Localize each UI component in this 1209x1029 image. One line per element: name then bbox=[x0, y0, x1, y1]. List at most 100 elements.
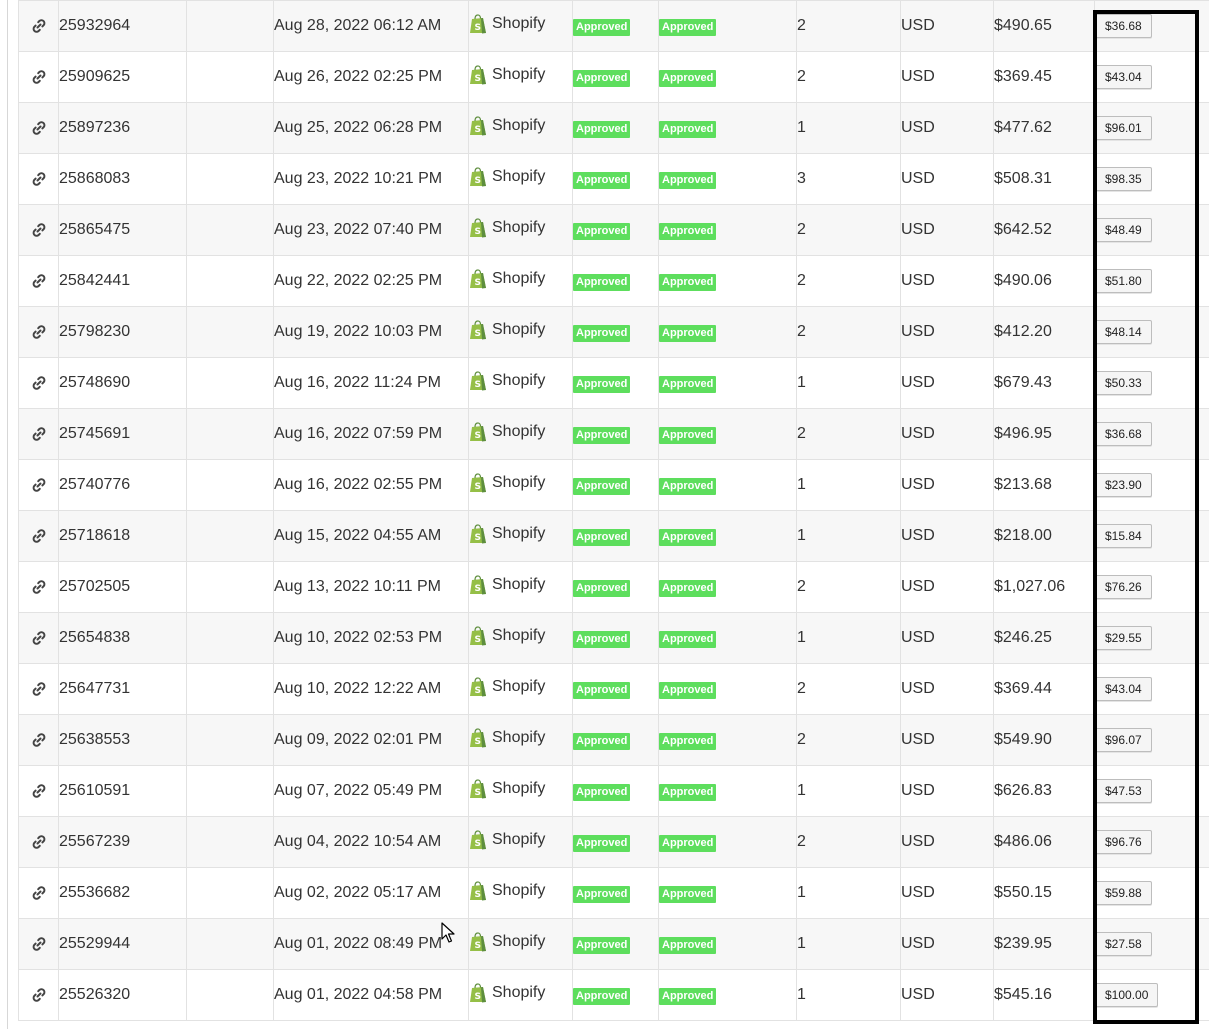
link-cell[interactable] bbox=[18, 204, 59, 256]
status-badge: Approved bbox=[573, 69, 631, 87]
table-row: 25718618 Aug 15, 2022 04:55 AM S Shopify… bbox=[18, 510, 1209, 562]
link-cell[interactable] bbox=[18, 153, 59, 205]
link-icon[interactable] bbox=[30, 680, 48, 698]
link-icon[interactable] bbox=[30, 782, 48, 800]
link-cell[interactable] bbox=[18, 867, 59, 919]
order-id: 25740776 bbox=[58, 459, 187, 511]
commission-button[interactable]: $29.55 bbox=[1095, 626, 1152, 650]
status-badge: Approved bbox=[573, 834, 631, 852]
commission-cell: $48.49 bbox=[1094, 204, 1209, 256]
shopify-bag-icon: S bbox=[470, 676, 486, 696]
link-cell[interactable] bbox=[18, 459, 59, 511]
platform-cell: S Shopify bbox=[468, 102, 573, 154]
commission-button[interactable]: $36.68 bbox=[1095, 422, 1152, 446]
status-badge: Approved bbox=[573, 579, 631, 597]
commission-button[interactable]: $43.04 bbox=[1095, 677, 1152, 701]
commission-button[interactable]: $51.80 bbox=[1095, 269, 1152, 293]
item-quantity: 1 bbox=[796, 612, 901, 664]
link-icon[interactable] bbox=[30, 272, 48, 290]
link-icon[interactable] bbox=[30, 731, 48, 749]
currency: USD bbox=[900, 408, 994, 460]
shopify-bag-icon: S bbox=[470, 829, 486, 849]
link-cell[interactable] bbox=[18, 816, 59, 868]
commission-cell: $36.68 bbox=[1094, 0, 1209, 52]
commission-button[interactable]: $48.49 bbox=[1095, 218, 1152, 242]
link-cell[interactable] bbox=[18, 612, 59, 664]
link-cell[interactable] bbox=[18, 102, 59, 154]
commission-button[interactable]: $100.00 bbox=[1095, 983, 1159, 1007]
link-icon[interactable] bbox=[30, 221, 48, 239]
commission-button[interactable]: $76.26 bbox=[1095, 575, 1152, 599]
shopify-bag-icon: S bbox=[470, 472, 486, 492]
shopify-bag-icon: S bbox=[470, 982, 486, 1002]
link-cell[interactable] bbox=[18, 306, 59, 358]
link-icon[interactable] bbox=[30, 170, 48, 188]
platform-cell: S Shopify bbox=[468, 765, 573, 817]
link-cell[interactable] bbox=[18, 918, 59, 970]
link-cell[interactable] bbox=[18, 408, 59, 460]
table-row: 25567239 Aug 04, 2022 10:54 AM S Shopify… bbox=[18, 816, 1209, 868]
empty-cell bbox=[186, 867, 274, 919]
status-badge: Approved bbox=[659, 69, 717, 87]
svg-text:S: S bbox=[475, 635, 481, 645]
status-badge: Approved bbox=[659, 426, 717, 444]
commission-button[interactable]: $27.58 bbox=[1095, 932, 1152, 956]
link-icon[interactable] bbox=[30, 323, 48, 341]
commission-button[interactable]: $96.07 bbox=[1095, 728, 1152, 752]
commission-button[interactable]: $23.90 bbox=[1095, 473, 1152, 497]
shopify-bag-icon: S bbox=[470, 523, 486, 543]
link-cell[interactable] bbox=[18, 357, 59, 409]
link-icon[interactable] bbox=[30, 833, 48, 851]
status-badge: Approved bbox=[659, 120, 717, 138]
link-icon[interactable] bbox=[30, 374, 48, 392]
link-icon[interactable] bbox=[30, 527, 48, 545]
commission-button[interactable]: $96.01 bbox=[1095, 116, 1152, 140]
order-id: 25745691 bbox=[58, 408, 187, 460]
link-icon[interactable] bbox=[30, 884, 48, 902]
status-badge: Approved bbox=[659, 987, 717, 1005]
platform-cell: S Shopify bbox=[468, 255, 573, 307]
link-icon[interactable] bbox=[30, 425, 48, 443]
commission-button[interactable]: $36.68 bbox=[1095, 14, 1152, 38]
link-cell[interactable] bbox=[18, 663, 59, 715]
status-badge: Approved bbox=[573, 171, 631, 189]
link-icon[interactable] bbox=[30, 68, 48, 86]
table-row: 25868083 Aug 23, 2022 10:21 PM S Shopify… bbox=[18, 153, 1209, 205]
commission-button[interactable]: $48.14 bbox=[1095, 320, 1152, 344]
order-total: $508.31 bbox=[993, 153, 1095, 205]
commission-button[interactable]: $15.84 bbox=[1095, 524, 1152, 548]
commission-button[interactable]: $96.76 bbox=[1095, 830, 1152, 854]
link-icon[interactable] bbox=[30, 578, 48, 596]
empty-cell bbox=[186, 408, 274, 460]
table-row: 25647731 Aug 10, 2022 12:22 AM S Shopify… bbox=[18, 663, 1209, 715]
link-cell[interactable] bbox=[18, 51, 59, 103]
platform-name: Shopify bbox=[492, 932, 546, 950]
link-cell[interactable] bbox=[18, 255, 59, 307]
link-cell[interactable] bbox=[18, 969, 59, 1021]
link-icon[interactable] bbox=[30, 119, 48, 137]
platform-cell: S Shopify bbox=[468, 561, 573, 613]
link-icon[interactable] bbox=[30, 935, 48, 953]
link-icon[interactable] bbox=[30, 476, 48, 494]
shopify-bag-icon: S bbox=[470, 115, 486, 135]
commission-button[interactable]: $50.33 bbox=[1095, 371, 1152, 395]
link-icon[interactable] bbox=[30, 986, 48, 1004]
commission-button[interactable]: $43.04 bbox=[1095, 65, 1152, 89]
status-cell-2: Approved bbox=[658, 153, 797, 205]
item-quantity: 1 bbox=[796, 459, 901, 511]
link-cell[interactable] bbox=[18, 0, 59, 52]
order-total: $213.68 bbox=[993, 459, 1095, 511]
link-icon[interactable] bbox=[30, 17, 48, 35]
link-cell[interactable] bbox=[18, 765, 59, 817]
link-cell[interactable] bbox=[18, 510, 59, 562]
link-cell[interactable] bbox=[18, 714, 59, 766]
platform-cell: S Shopify bbox=[468, 510, 573, 562]
commission-button[interactable]: $59.88 bbox=[1095, 881, 1152, 905]
link-cell[interactable] bbox=[18, 561, 59, 613]
link-icon[interactable] bbox=[30, 629, 48, 647]
shopify-bag-icon: S bbox=[470, 370, 486, 390]
currency: USD bbox=[900, 969, 994, 1021]
empty-cell bbox=[186, 357, 274, 409]
commission-button[interactable]: $98.35 bbox=[1095, 167, 1152, 191]
commission-button[interactable]: $47.53 bbox=[1095, 779, 1152, 803]
